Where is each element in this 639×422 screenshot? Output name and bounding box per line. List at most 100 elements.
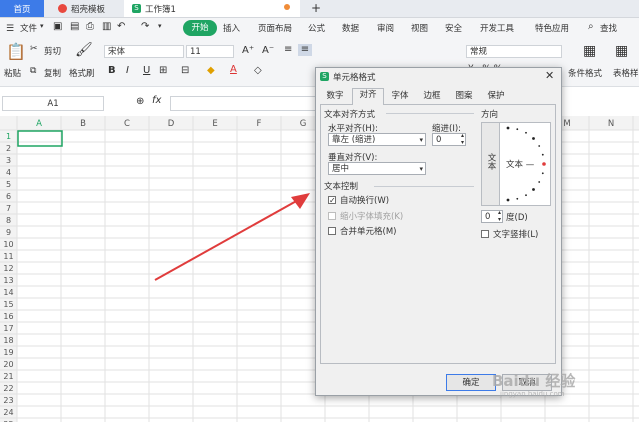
- row-header-5[interactable]: 5: [6, 180, 11, 189]
- menu-start[interactable]: 开始: [183, 20, 217, 36]
- column-header-m[interactable]: M: [563, 119, 570, 129]
- column-header-f[interactable]: F: [257, 119, 262, 129]
- hamburger-icon[interactable]: ☰: [6, 24, 14, 34]
- paste-button[interactable]: 粘贴: [4, 67, 21, 79]
- tab-template[interactable]: 稻壳模板: [52, 0, 122, 17]
- column-header-c[interactable]: C: [124, 119, 130, 129]
- copy-button[interactable]: 复制: [44, 67, 61, 79]
- vertical-text-checkbox[interactable]: [481, 230, 489, 238]
- table-style-button[interactable]: 表格样: [613, 67, 639, 79]
- horizontal-align-select[interactable]: 靠左 (缩进) ▾: [328, 133, 426, 146]
- ok-button[interactable]: 确定: [446, 374, 496, 391]
- new-tab-button[interactable]: +: [311, 1, 321, 15]
- row-header-13[interactable]: 13: [3, 276, 13, 285]
- chevron-down-icon[interactable]: ▾: [40, 22, 44, 30]
- clear-format-icon[interactable]: ◇: [254, 65, 262, 76]
- menu-features[interactable]: 特色应用: [535, 22, 569, 34]
- row-header-8[interactable]: 8: [6, 216, 11, 225]
- formula-input[interactable]: [170, 96, 320, 111]
- tab-home[interactable]: 首页: [0, 0, 44, 17]
- row-header-12[interactable]: 12: [3, 264, 13, 273]
- dialog-tab-number[interactable]: 数字: [322, 90, 348, 103]
- increase-font-icon[interactable]: A⁺: [242, 45, 254, 56]
- vertical-text-box[interactable]: 文本: [482, 123, 500, 205]
- fill-color-icon[interactable]: ◆: [207, 65, 215, 76]
- row-header-1[interactable]: 1: [6, 132, 11, 141]
- font-size-select[interactable]: 11: [186, 45, 234, 58]
- row-header-19[interactable]: 19: [3, 348, 13, 357]
- cut-button[interactable]: 剪切: [44, 45, 61, 57]
- row-header-16[interactable]: 16: [3, 312, 13, 321]
- menu-page-layout[interactable]: 页面布局: [258, 22, 292, 34]
- row-header-23[interactable]: 23: [3, 396, 13, 405]
- tab-workbook[interactable]: S 工作簿1: [124, 0, 300, 17]
- print-icon[interactable]: ⎙: [86, 21, 94, 32]
- column-header-d[interactable]: D: [168, 119, 175, 129]
- row-header-14[interactable]: 14: [3, 288, 13, 297]
- merge-icon[interactable]: ⊟: [181, 65, 189, 76]
- italic-button[interactable]: I: [126, 65, 129, 76]
- indent-stepper[interactable]: 0 ▴ ▾: [432, 132, 466, 146]
- row-header-24[interactable]: 24: [3, 408, 13, 417]
- search-icon[interactable]: ⌕: [588, 21, 594, 32]
- row-header-11[interactable]: 11: [3, 252, 13, 261]
- row-header-20[interactable]: 20: [3, 360, 13, 369]
- dialog-tab-pattern[interactable]: 图案: [450, 90, 478, 103]
- row-header-18[interactable]: 18: [3, 336, 13, 345]
- row-header-4[interactable]: 4: [6, 168, 11, 177]
- menu-review[interactable]: 审阅: [377, 22, 394, 34]
- row-header-3[interactable]: 3: [6, 156, 11, 165]
- column-header-n[interactable]: N: [608, 119, 614, 129]
- column-header-g[interactable]: G: [300, 119, 307, 129]
- paste-icon[interactable]: 📋: [6, 42, 26, 61]
- menu-search[interactable]: 查找: [600, 22, 617, 34]
- menu-data[interactable]: 数据: [342, 22, 359, 34]
- export-pdf-icon[interactable]: ▤: [70, 21, 79, 32]
- row-header-17[interactable]: 17: [3, 324, 13, 333]
- more-quick-access-icon[interactable]: ▾: [158, 22, 162, 30]
- print-preview-icon[interactable]: ▥: [102, 21, 111, 32]
- merge-cells-checkbox[interactable]: [328, 227, 336, 235]
- menu-view[interactable]: 视图: [411, 22, 428, 34]
- column-header-a[interactable]: A: [36, 119, 42, 129]
- column-header-e[interactable]: E: [212, 119, 217, 129]
- row-header-21[interactable]: 21: [3, 372, 13, 381]
- menu-dev-tools[interactable]: 开发工具: [480, 22, 514, 34]
- underline-button[interactable]: U: [143, 65, 150, 76]
- bold-button[interactable]: B: [108, 65, 116, 76]
- dialog-tab-protection[interactable]: 保护: [482, 90, 510, 103]
- row-header-7[interactable]: 7: [6, 204, 11, 213]
- row-header-2[interactable]: 2: [6, 144, 11, 153]
- shrink-to-fit-checkbox[interactable]: [328, 212, 336, 220]
- degree-stepper[interactable]: 0 ▴ ▾: [481, 209, 503, 223]
- column-header-b[interactable]: B: [80, 119, 86, 129]
- row-header-10[interactable]: 10: [3, 240, 13, 249]
- undo-icon[interactable]: ↶: [117, 21, 125, 32]
- align-middle-icon[interactable]: ≡: [298, 44, 312, 56]
- menu-formula[interactable]: 公式: [308, 22, 325, 34]
- format-painter-button[interactable]: 格式刷: [69, 67, 95, 79]
- row-header-22[interactable]: 22: [3, 384, 13, 393]
- font-color-button[interactable]: A: [230, 64, 237, 75]
- row-header-9[interactable]: 9: [6, 228, 11, 237]
- name-box[interactable]: A1: [2, 96, 104, 111]
- row-header-15[interactable]: 15: [3, 300, 13, 309]
- dialog-close-icon[interactable]: ✕: [545, 69, 554, 82]
- redo-icon[interactable]: ↷: [141, 21, 149, 32]
- vertical-align-select[interactable]: 居中 ▾: [328, 162, 426, 175]
- dialog-tab-font[interactable]: 字体: [386, 90, 414, 103]
- menu-security[interactable]: 安全: [445, 22, 462, 34]
- zoom-icon[interactable]: ⊕: [136, 96, 144, 107]
- row-header-6[interactable]: 6: [6, 192, 11, 201]
- wrap-text-checkbox[interactable]: ✓: [328, 196, 336, 205]
- font-name-select[interactable]: 宋体: [104, 45, 184, 58]
- decrease-font-icon[interactable]: A⁻: [262, 45, 274, 56]
- number-format-select[interactable]: 常规: [466, 45, 562, 58]
- condition-format-button[interactable]: 条件格式: [568, 67, 602, 79]
- border-icon[interactable]: ⊞: [159, 65, 167, 76]
- menu-file[interactable]: 文件: [20, 22, 37, 34]
- menu-insert[interactable]: 插入: [223, 22, 240, 34]
- dialog-tab-border[interactable]: 边框: [418, 90, 446, 103]
- save-icon[interactable]: ▣: [53, 21, 62, 32]
- fx-button[interactable]: fx: [152, 95, 161, 106]
